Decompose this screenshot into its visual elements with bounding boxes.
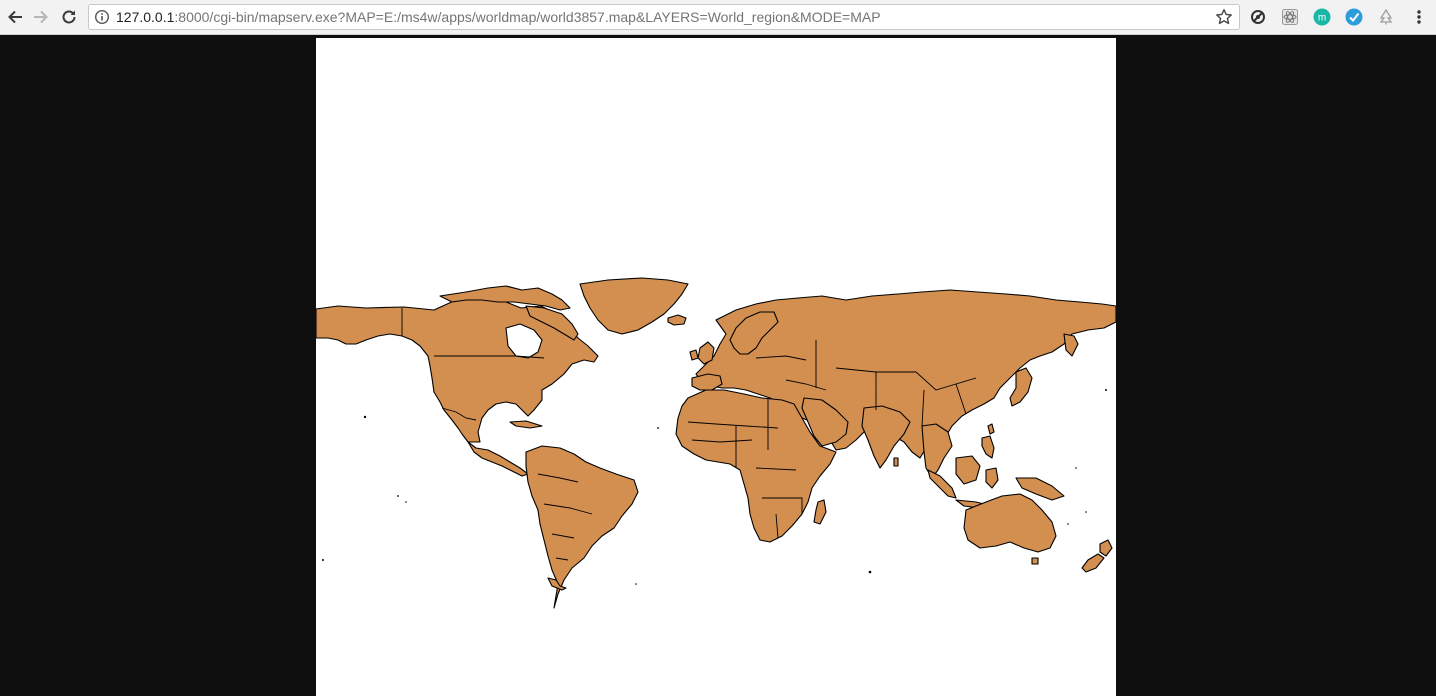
url-text[interactable]: 127.0.0.1:8000/cgi-bin/mapserv.exe?MAP=E… [116, 9, 881, 26]
map-image [316, 38, 1116, 696]
madagascar [813, 499, 827, 525]
address-bar[interactable]: 127.0.0.1:8000/cgi-bin/mapserv.exe?MAP=E… [88, 4, 1240, 30]
check-extension-icon [1345, 8, 1363, 26]
no-tracking-extension-button[interactable] [1249, 8, 1267, 26]
south-america-landmass [525, 445, 639, 609]
sumatra [927, 469, 957, 499]
sulawesi [985, 467, 999, 489]
taiwan [987, 423, 995, 435]
ireland [689, 349, 699, 361]
check-extension-button[interactable] [1345, 8, 1363, 26]
react-devtools-extension-button[interactable] [1281, 8, 1299, 26]
iceland [667, 314, 687, 326]
m-extension-icon: m [1313, 8, 1331, 26]
url-host: 127.0.0.1 [116, 9, 175, 25]
forward-arrow-icon [34, 10, 48, 24]
svg-text:m: m [1318, 13, 1326, 24]
reload-button[interactable] [58, 6, 80, 28]
info-icon[interactable] [94, 9, 110, 25]
browser-toolbar: 127.0.0.1:8000/cgi-bin/mapserv.exe?MAP=E… [0, 0, 1436, 35]
browser-menu-button[interactable] [1412, 8, 1426, 26]
tree-extension-icon [1379, 9, 1393, 25]
m-extension-button[interactable]: m [1313, 8, 1331, 26]
no-tracking-extension-icon [1251, 10, 1265, 24]
kamchatka [1063, 333, 1079, 357]
back-arrow-icon [8, 10, 22, 24]
forward-button[interactable] [30, 6, 52, 28]
bookmark-star-icon[interactable] [1215, 8, 1233, 26]
philippines [981, 435, 995, 459]
cuba [509, 420, 543, 429]
react-devtools-extension-icon [1282, 9, 1298, 25]
back-button[interactable] [4, 6, 26, 28]
borneo [955, 455, 981, 485]
tasmania [1031, 557, 1039, 565]
great-britain [697, 341, 715, 365]
new-zealand-north [1099, 539, 1113, 557]
sri-lanka [893, 457, 899, 467]
central-america-landmass [467, 441, 529, 477]
reload-icon [62, 10, 76, 24]
new-zealand-south [1081, 553, 1105, 573]
greenland [579, 277, 689, 335]
world-region-map [316, 277, 1116, 609]
url-path: :8000/cgi-bin/mapserv.exe?MAP=E:/ms4w/ap… [174, 9, 881, 25]
kebab-menu-icon [1417, 10, 1421, 24]
indochina [921, 423, 953, 479]
tree-extension-button[interactable] [1377, 8, 1395, 26]
